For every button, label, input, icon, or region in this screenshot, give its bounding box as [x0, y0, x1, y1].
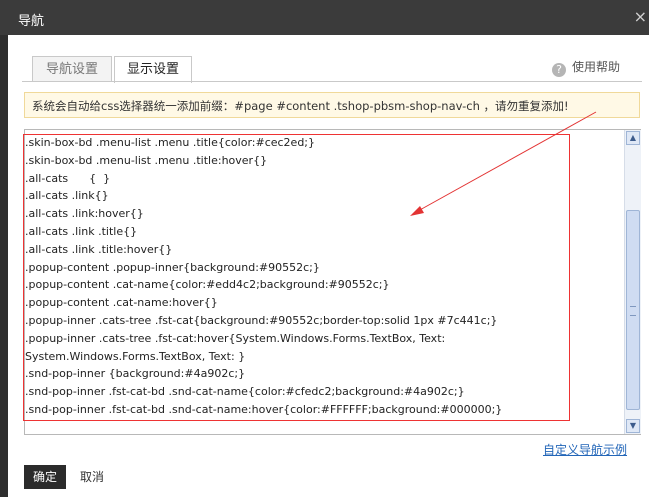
confirm-button[interactable]: 确定 — [24, 465, 66, 489]
navigation-dialog: 导航 × 导航设置 显示设置 ? 使用帮助 系统会自动给css选择器统一添加前缀：… — [0, 0, 649, 497]
custom-nav-example-link[interactable]: 自定义导航示例 — [543, 441, 627, 458]
annotation-arrow-line — [417, 111, 597, 212]
annotation-arrowhead — [410, 206, 424, 216]
annotation-arrow — [410, 111, 597, 216]
cancel-button[interactable]: 取消 — [80, 465, 104, 489]
